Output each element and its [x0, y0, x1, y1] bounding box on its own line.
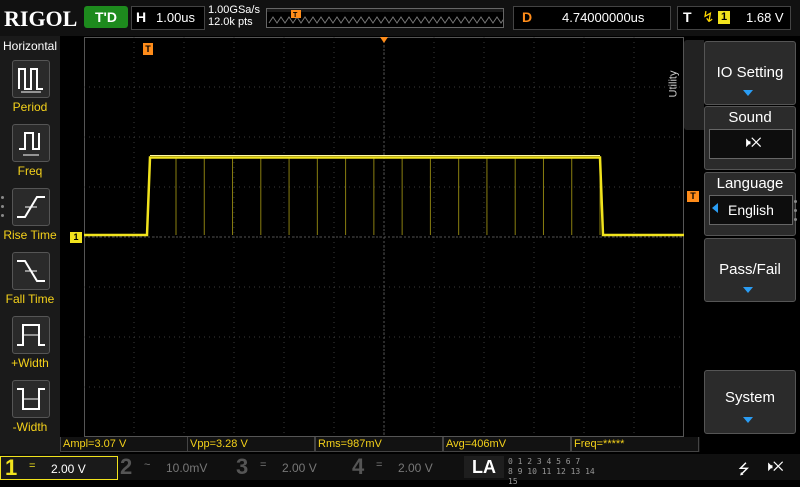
ch2-number: 2 [120, 454, 133, 479]
top-status-bar: RIGOL T'D H 1.00us 1.00GSa/s 12.0k pts T… [0, 0, 800, 36]
ch2-coupling: ~ [144, 459, 151, 471]
rise-time-label: Rise Time [3, 228, 57, 242]
speaker-muted-icon: 🕨✕ [742, 134, 762, 150]
utility-menu-tab[interactable]: Utility [667, 40, 704, 130]
sound-value-box: 🕨✕ [709, 129, 793, 159]
svg-text:T: T [293, 12, 298, 19]
measure-freq[interactable]: Freq=***** [571, 437, 699, 452]
memory-overview-waveform: T [267, 9, 510, 24]
logic-analyzer-button[interactable]: LA [464, 456, 504, 478]
submenu-arrow-icon [743, 287, 753, 293]
measure-period-button[interactable]: Period [0, 60, 60, 124]
io-setting-button[interactable]: IO Setting [704, 41, 796, 105]
usb-icon: ⭍ [738, 461, 750, 477]
sample-rate: 1.00GSa/s [208, 4, 260, 16]
measure-neg-width-button[interactable]: -Width [0, 380, 60, 444]
sound-label: Sound [728, 109, 772, 126]
pass-fail-label: Pass/Fail [719, 261, 781, 278]
ch1-offset-marker[interactable]: 1 [70, 232, 82, 243]
ch3-status[interactable]: 3 = 2.00 V [232, 454, 348, 479]
measure-fall-time-button[interactable]: Fall Time [0, 252, 60, 316]
delay-display[interactable]: D 4.74000000us [513, 6, 671, 30]
fall-time-icon [12, 252, 50, 290]
ch2-status[interactable]: 2 ~ 10.0mV [116, 454, 232, 479]
horizontal-label: H [136, 9, 147, 25]
pass-fail-button[interactable]: Pass/Fail [704, 238, 796, 302]
left-scroll-dots [1, 196, 5, 223]
ch4-coupling: = [376, 459, 383, 471]
delay-label: D [522, 9, 533, 25]
right-scroll-dots [794, 200, 797, 227]
timebase-value: 1.00us [156, 10, 196, 25]
utility-tab-label: Utility [667, 70, 680, 98]
delay-value: 4.74000000us [562, 10, 645, 25]
measurement-bar: Ampl=3.07 V Vpp=3.28 V Rms=987mV Avg=406… [60, 437, 700, 452]
ch1-scale: 2.00 V [51, 462, 86, 476]
graticule [84, 37, 684, 437]
ch3-number: 3 [236, 454, 249, 479]
run-state-badge[interactable]: T'D [84, 6, 128, 28]
center-position-marker [380, 37, 388, 43]
neg-width-icon [12, 380, 50, 418]
timebase-display[interactable]: H 1.00us [131, 6, 205, 30]
logic-digits-row-1: 0 1 2 3 4 5 6 7 [508, 457, 581, 466]
submenu-arrow-icon [743, 90, 753, 96]
freq-icon [12, 124, 50, 162]
channel-bar: 1 = 2.00 V 2 ~ 10.0mV 3 = 2.00 V 4 = 2.0… [0, 454, 800, 486]
system-label: System [724, 389, 775, 406]
neg-width-label: -Width [12, 420, 48, 434]
horizontal-measure-menu: Horizontal Period Freq Rise Time Fall Ti… [0, 36, 60, 454]
measure-rise-time-button[interactable]: Rise Time [0, 188, 60, 252]
ch1-status[interactable]: 1 = 2.00 V [0, 455, 118, 480]
speaker-muted-icon: 🕨✕ [764, 458, 784, 474]
language-button[interactable]: Language English [704, 172, 796, 236]
pos-width-label: +Width [11, 356, 49, 370]
trigger-level-marker[interactable]: T [687, 191, 699, 202]
memory-depth: 12.0k pts [208, 16, 253, 28]
period-label: Period [12, 100, 48, 114]
measure-avg[interactable]: Avg=406mV [443, 437, 571, 452]
pos-width-icon [12, 316, 50, 354]
logic-digits-row-2: 8 9 10 11 12 13 14 15 [508, 467, 595, 486]
ch3-scale: 2.00 V [282, 461, 317, 475]
language-value: English [728, 202, 774, 218]
waveform-display[interactable] [84, 37, 684, 437]
measure-pos-width-button[interactable]: +Width [0, 316, 60, 380]
ch3-coupling: = [260, 459, 267, 471]
logic-channel-digits: 0 1 2 3 4 5 6 7 8 9 10 11 12 13 14 15 [508, 457, 598, 486]
memory-overview-strip: T [266, 8, 510, 28]
language-label: Language [716, 175, 784, 192]
ch4-number: 4 [352, 454, 365, 479]
fall-time-label: Fall Time [5, 292, 55, 306]
ch1-coupling: = [29, 460, 36, 472]
period-icon [12, 60, 50, 98]
ch4-status[interactable]: 4 = 2.00 V [348, 454, 464, 479]
system-button[interactable]: System [704, 370, 796, 434]
trigger-time-marker[interactable]: T [143, 43, 153, 55]
freq-label: Freq [17, 164, 43, 178]
measure-vpp[interactable]: Vpp=3.28 V [187, 437, 315, 452]
utility-menu: IO Setting Sound 🕨✕ Language English Pas… [704, 36, 800, 454]
chevron-left-icon [712, 203, 718, 213]
trigger-label: T [683, 9, 692, 25]
measure-freq-button[interactable]: Freq [0, 124, 60, 188]
trigger-level: 1.68 V [746, 10, 784, 25]
ch1-number: 1 [5, 455, 18, 480]
trigger-display[interactable]: T ↯ 1 1.68 V [677, 6, 791, 30]
brand-logo: RIGOL [4, 6, 78, 31]
sound-button[interactable]: Sound 🕨✕ [704, 106, 796, 170]
submenu-arrow-icon [743, 417, 753, 423]
rising-edge-icon: ↯ [702, 9, 715, 26]
io-setting-label: IO Setting [716, 64, 784, 81]
menu-title: Horizontal [2, 39, 58, 53]
measure-ampl[interactable]: Ampl=3.07 V [60, 437, 188, 452]
measure-rms[interactable]: Rms=987mV [315, 437, 443, 452]
ch4-scale: 2.00 V [398, 461, 433, 475]
trigger-source-badge: 1 [718, 11, 730, 24]
ch2-scale: 10.0mV [166, 461, 208, 475]
language-value-box: English [709, 195, 793, 225]
acquisition-info: 1.00GSa/s 12.0k pts [208, 4, 260, 28]
rise-time-icon [12, 188, 50, 226]
